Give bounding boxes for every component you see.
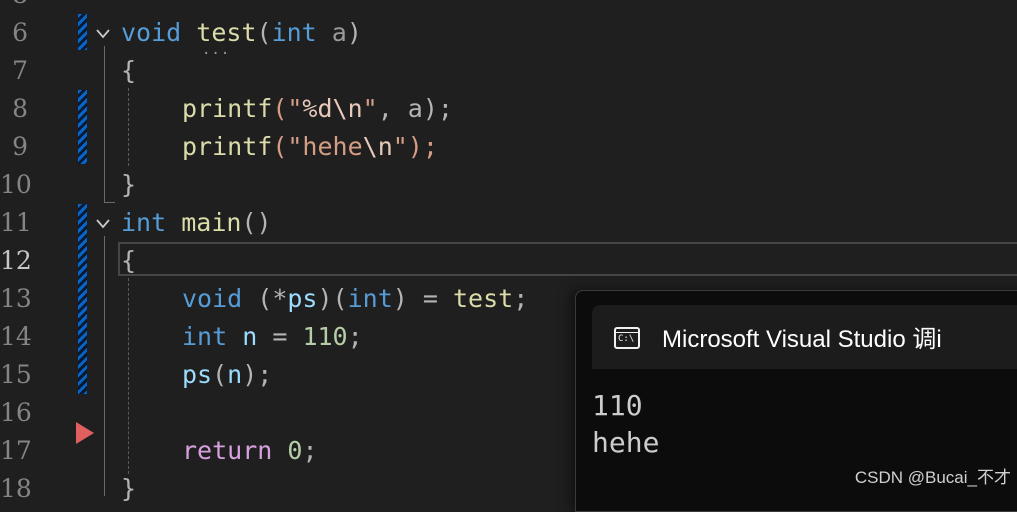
line-number: 6 (12, 18, 28, 47)
console-output-line: hehe (592, 426, 660, 459)
line-number: 9 (12, 132, 28, 161)
console-window-icon: C:\ (614, 327, 640, 349)
code-text: int n = 110; (182, 322, 363, 351)
code-text: printf("hehe\n"); (182, 132, 438, 161)
code-line[interactable]: 10 } (0, 166, 1017, 204)
line-number: 8 (0, 0, 28, 14)
line-number: 16 (0, 398, 32, 427)
code-text: } (121, 170, 137, 199)
line-number: 10 (0, 170, 32, 199)
console-title: Microsoft Visual Studio 调i (662, 326, 942, 353)
line-number: 7 (12, 56, 28, 85)
line-number: 8 (12, 94, 28, 123)
code-line[interactable]: 8 (0, 0, 1017, 14)
code-line[interactable]: 8 printf("%d\n", a); (0, 90, 1017, 128)
code-text: void test(int a) (121, 18, 362, 47)
code-line[interactable]: 9 printf("hehe\n"); (0, 128, 1017, 166)
code-text: } (121, 474, 137, 503)
code-line[interactable]: 12 { (0, 242, 1017, 280)
code-text: int main() (121, 208, 272, 237)
code-text: void (*ps)(int) = test; (182, 284, 529, 313)
code-text: printf("%d\n", a); (182, 94, 453, 123)
line-number: 14 (0, 322, 32, 351)
line-number: 15 (0, 360, 32, 389)
line-number: 17 (0, 436, 32, 465)
line-number: 11 (0, 208, 32, 237)
line-number: 18 (0, 474, 32, 503)
code-line[interactable]: 6 void test(int a) (0, 14, 1017, 52)
code-line[interactable]: 11 int main() (0, 204, 1017, 242)
code-text: { (121, 246, 137, 275)
line-number: 12 (0, 246, 32, 275)
code-text: { (121, 56, 137, 85)
code-line[interactable]: 7 { (0, 52, 1017, 90)
console-title-bar[interactable]: C:\ Microsoft Visual Studio 调i (592, 305, 1017, 369)
line-number: 13 (0, 284, 32, 313)
code-text: return 0; (182, 436, 318, 465)
code-text: ps(n); (182, 360, 273, 389)
console-output-line: 110 (592, 389, 643, 422)
watermark: CSDN @Bucai_不才 (854, 468, 1011, 487)
